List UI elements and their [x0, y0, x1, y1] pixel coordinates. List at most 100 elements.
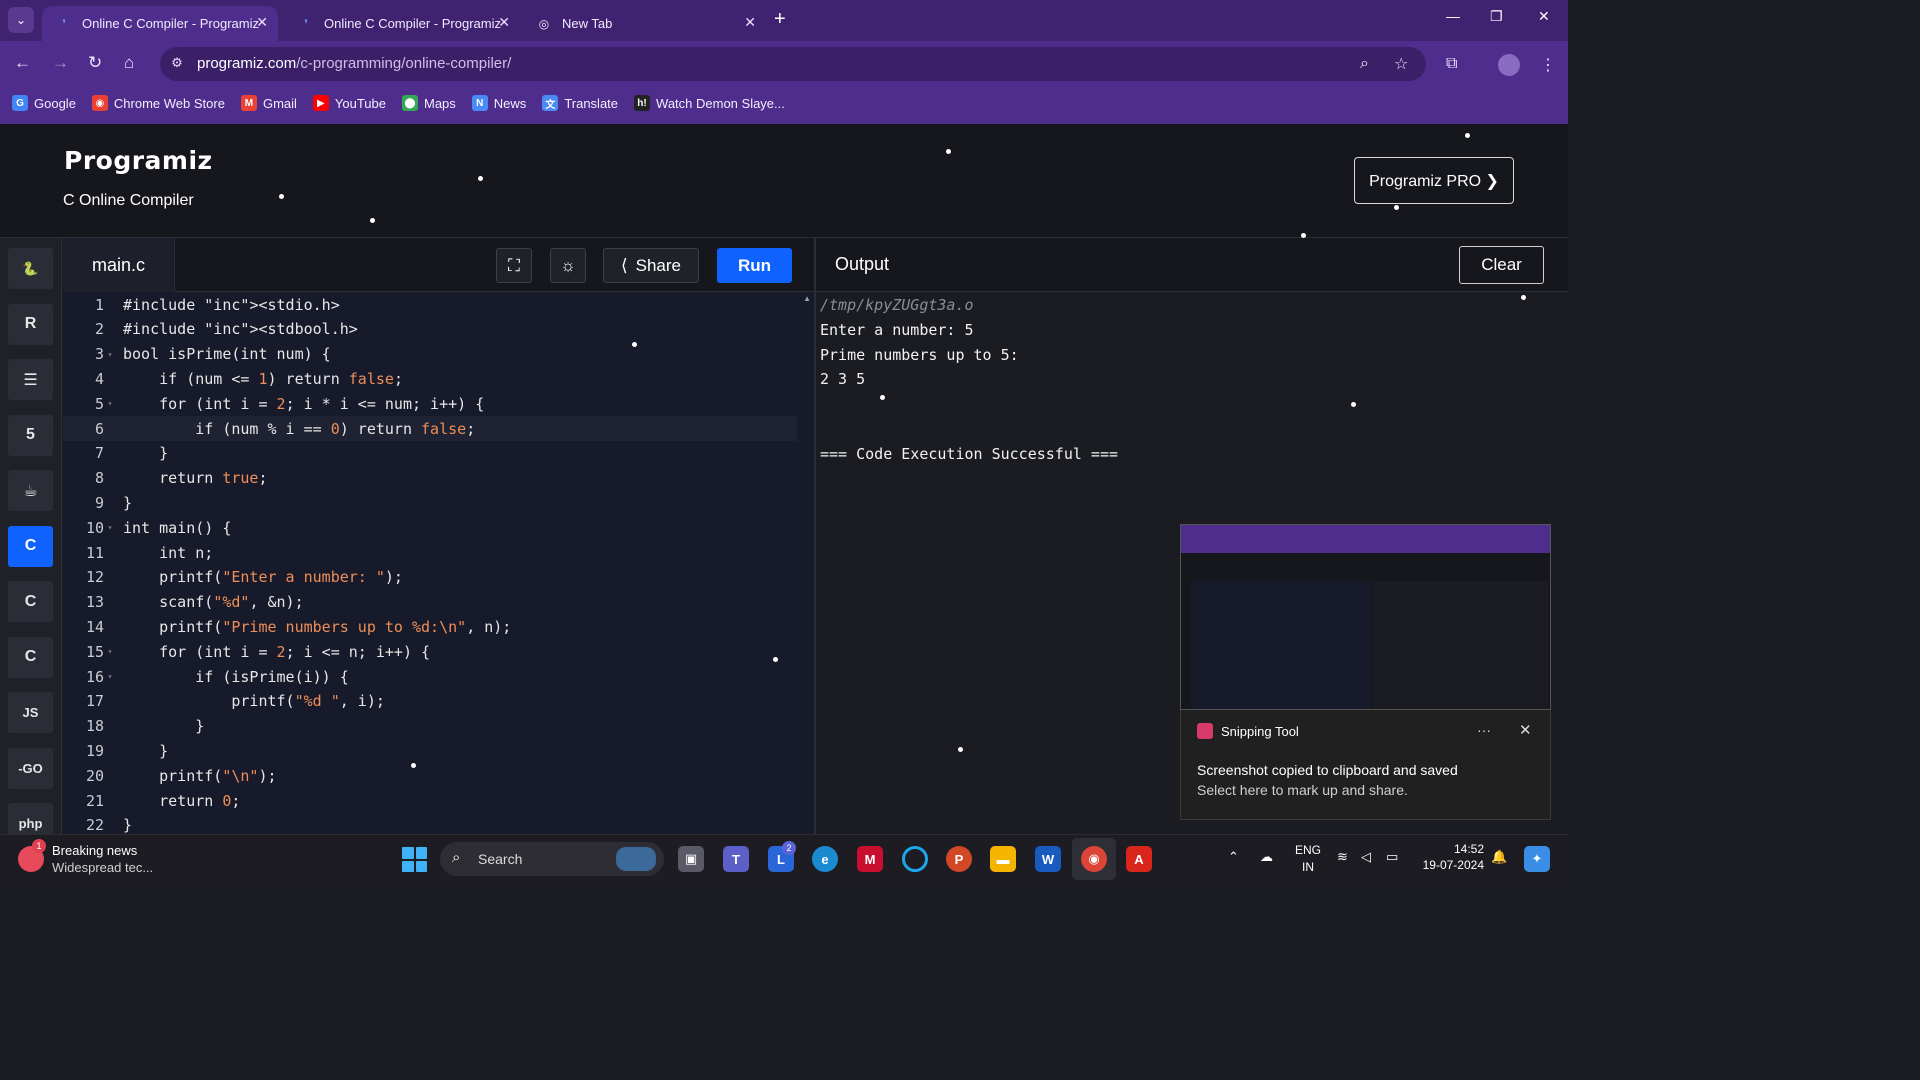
bookmark-item[interactable]: h! Watch Demon Slaye... — [634, 95, 785, 111]
onedrive-icon[interactable]: ☁ — [1260, 849, 1273, 865]
js-icon[interactable]: JS — [8, 692, 53, 733]
profile-avatar[interactable] — [1498, 54, 1520, 76]
code-text[interactable]: } — [116, 444, 168, 462]
code-line[interactable]: 4 if (num <= 1) return false; — [63, 366, 797, 391]
wifi-icon[interactable]: ≋ — [1337, 849, 1348, 865]
code-text[interactable]: return true; — [116, 469, 267, 487]
html-icon[interactable]: 5 — [8, 414, 53, 456]
site-info-icon[interactable]: ⚙ — [168, 55, 186, 73]
volume-icon[interactable]: ◁ — [1361, 849, 1371, 865]
code-text[interactable]: printf("Enter a number: "); — [116, 568, 403, 586]
code-line[interactable]: 20 printf("\n"); — [63, 763, 797, 788]
code-editor[interactable]: ▲ 1 #include "inc"><stdio.h> 2 #include "in… — [63, 292, 815, 834]
code-line[interactable]: 17 printf("%d ", i); — [63, 689, 797, 714]
fold-marker-icon[interactable]: ▾ — [104, 523, 116, 532]
tab-close-icon[interactable]: ✕ — [256, 14, 268, 31]
code-line[interactable]: 7 } — [63, 441, 797, 466]
c-icon[interactable]: C — [8, 525, 53, 567]
forward-arrow-icon[interactable]: → — [52, 53, 69, 73]
share-button[interactable]: ⟨ Share — [603, 248, 699, 283]
minimize-icon[interactable]: — — [1446, 8, 1460, 24]
chrome-icon[interactable]: ◉ — [1081, 846, 1107, 872]
code-text[interactable]: if (num % i == 0) return false; — [116, 420, 475, 438]
bookmark-item[interactable]: G Google — [12, 95, 76, 111]
bookmark-item[interactable]: N News — [471, 95, 526, 111]
copilot-icon[interactable]: ✦ — [1524, 846, 1550, 872]
tab-new-tab[interactable]: ◎ New Tab ✕ — [522, 6, 766, 41]
taskbar-search[interactable]: ⌕ Search — [440, 842, 664, 876]
code-line[interactable]: 14 printf("Prime numbers up to %d:\n", n… — [63, 614, 797, 639]
sql-icon[interactable]: ☰ — [8, 359, 53, 400]
cortana-icon[interactable] — [902, 846, 928, 872]
notification-close-icon[interactable]: ✕ — [1519, 721, 1532, 739]
menu-kebab-icon[interactable]: ⋮ — [1540, 55, 1556, 75]
code-line[interactable]: 10 ▾ int main() { — [63, 515, 797, 540]
edge-icon[interactable]: e — [812, 846, 838, 872]
java-icon[interactable]: ☕ — [8, 470, 53, 511]
mcafee-icon[interactable]: M — [857, 846, 883, 872]
code-text[interactable]: printf("%d ", i); — [116, 692, 385, 710]
battery-icon[interactable]: ▭ — [1386, 849, 1398, 865]
code-line[interactable]: 9} — [63, 490, 797, 515]
code-text[interactable]: for (int i = 2; i <= n; i++) { — [116, 643, 430, 661]
code-line[interactable]: 22} — [63, 813, 797, 834]
code-line[interactable]: 5 ▾ for (int i = 2; i * i <= num; i++) { — [63, 391, 797, 416]
code-line[interactable]: 21 return 0; — [63, 788, 797, 813]
code-text[interactable]: scanf("%d", &n); — [116, 593, 304, 611]
code-text[interactable]: #include "inc"><stdbool.h> — [116, 320, 358, 338]
window-close-icon[interactable]: ✕ — [1538, 8, 1550, 25]
code-line[interactable]: 8 return true; — [63, 466, 797, 491]
code-line[interactable]: 15 ▾ for (int i = 2; i <= n; i++) { — [63, 639, 797, 664]
fold-marker-icon[interactable]: ▾ — [104, 647, 116, 656]
screenshot-thumbnail[interactable] — [1180, 524, 1551, 710]
code-text[interactable]: if (num <= 1) return false; — [116, 370, 403, 388]
scroll-up-icon[interactable]: ▲ — [803, 294, 811, 303]
code-line[interactable]: 3 ▾ bool isPrime(int num) { — [63, 342, 797, 367]
new-tab-plus-icon[interactable]: + — [774, 8, 786, 31]
code-line[interactable]: 16 ▾ if (isPrime(i)) { — [63, 664, 797, 689]
tab-second[interactable]: ❜ Online C Compiler - Programiz ✕ — [284, 6, 520, 41]
reload-icon[interactable]: ↻ — [88, 53, 102, 73]
tab-search-button[interactable]: ⌄ — [8, 7, 34, 33]
csharp-icon[interactable]: C — [8, 636, 53, 678]
code-text[interactable]: int main() { — [116, 519, 231, 537]
theme-toggle-icon[interactable]: ☼ — [550, 248, 586, 283]
fold-marker-icon[interactable]: ▾ — [104, 399, 116, 408]
zoom-icon[interactable]: ⌕ — [1360, 55, 1369, 73]
python-icon[interactable]: 🐍 — [8, 248, 53, 289]
file-tab-main[interactable]: main.c — [63, 238, 175, 292]
code-text[interactable]: int n; — [116, 544, 213, 562]
powerpoint-icon[interactable]: P — [946, 846, 972, 872]
home-icon[interactable]: ⌂ — [124, 53, 134, 73]
r-icon[interactable]: R — [8, 303, 53, 345]
fold-marker-icon[interactable]: ▾ — [104, 672, 116, 681]
code-line[interactable]: 6 if (num % i == 0) return false; — [63, 416, 797, 441]
code-text[interactable]: for (int i = 2; i * i <= num; i++) { — [116, 395, 484, 413]
code-line[interactable]: 18 } — [63, 714, 797, 739]
tray-overflow-icon[interactable]: ⌃ — [1228, 849, 1239, 865]
programiz-pro-button[interactable]: Programiz PRO ❯ — [1354, 157, 1514, 204]
bookmark-item[interactable]: ◉ Chrome Web Store — [91, 95, 225, 111]
bookmark-item[interactable]: ⬤ Maps — [402, 95, 456, 111]
code-line[interactable]: 13 scanf("%d", &n); — [63, 590, 797, 615]
more-options-icon[interactable]: ··· — [1477, 722, 1491, 738]
extensions-icon[interactable]: ⧉ — [1446, 55, 1457, 73]
bookmark-item[interactable]: M Gmail — [240, 95, 297, 111]
tab-active[interactable]: ❜ Online C Compiler - Programiz ✕ — [42, 6, 278, 41]
code-line[interactable]: 19 } — [63, 738, 797, 763]
run-button[interactable]: Run — [717, 248, 792, 283]
code-text[interactable]: bool isPrime(int num) { — [116, 345, 331, 363]
acrobat-icon[interactable]: A — [1126, 846, 1152, 872]
task-view-icon[interactable]: ▣ — [678, 846, 704, 872]
programiz-logo[interactable]: Programiz — [64, 146, 213, 175]
bookmark-item[interactable]: ▶ YouTube — [312, 95, 386, 111]
code-line[interactable]: 1 #include "inc"><stdio.h> — [63, 292, 797, 317]
code-text[interactable]: } — [116, 494, 132, 512]
word-icon[interactable]: W — [1035, 846, 1061, 872]
code-text[interactable]: if (isPrime(i)) { — [116, 668, 349, 686]
file-explorer-icon[interactable]: ▬ — [990, 846, 1016, 872]
windows-start-icon[interactable] — [402, 847, 427, 872]
bookmark-item[interactable]: 文 Translate — [542, 95, 618, 111]
go-icon[interactable]: -GO — [8, 747, 53, 789]
snipping-tool-notification[interactable]: Snipping Tool ··· ✕ Screenshot copied to… — [1180, 710, 1551, 820]
